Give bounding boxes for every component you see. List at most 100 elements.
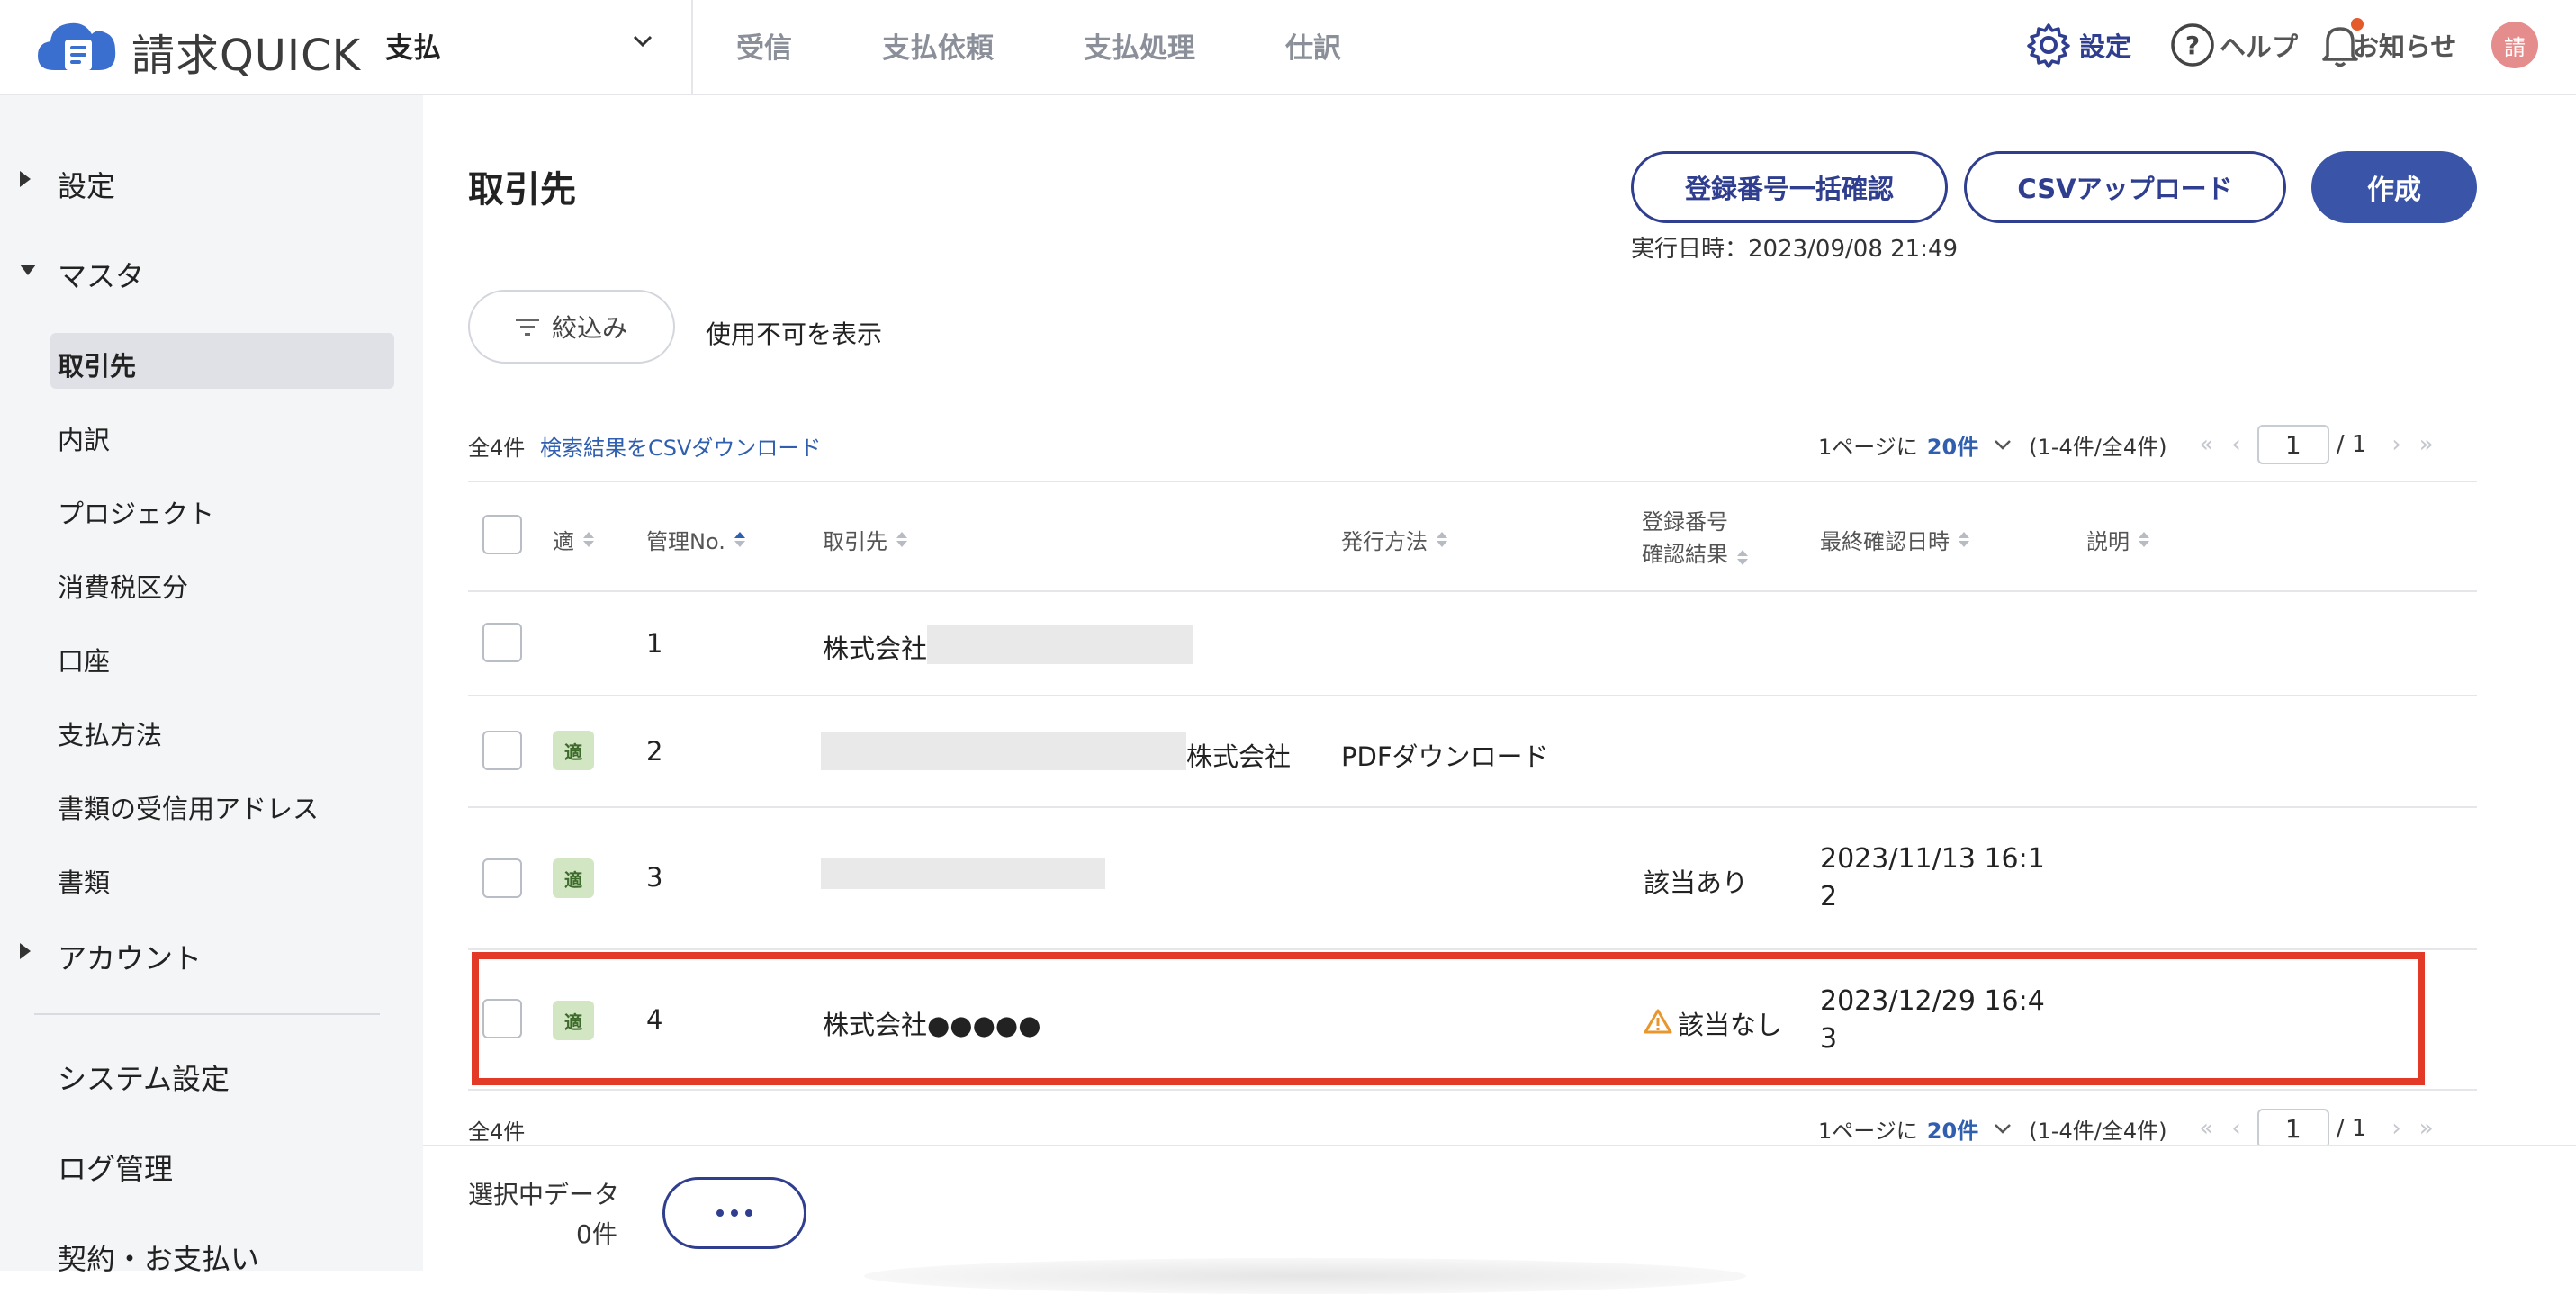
sort-asc-icon bbox=[734, 532, 745, 547]
sidebar-item-contract[interactable]: 契約・お支払い bbox=[58, 1236, 259, 1278]
sort-icon bbox=[1959, 532, 1969, 547]
app-logo-text[interactable]: 請求QUICK bbox=[131, 20, 361, 83]
header-help-label: ヘルプ bbox=[2220, 31, 2299, 62]
sidebar-item-log-management[interactable]: ログ管理 bbox=[58, 1146, 173, 1188]
caret-right-icon bbox=[20, 171, 31, 187]
total-count-bottom: 全4件 bbox=[468, 1119, 526, 1145]
last-page-icon[interactable]: » bbox=[2419, 1115, 2434, 1142]
nav-item-payment-request[interactable]: 支払依頼 bbox=[882, 25, 994, 66]
redacted-block bbox=[821, 858, 1105, 889]
nav-item-journal[interactable]: 仕訳 bbox=[1285, 25, 1341, 66]
header-settings-button[interactable]: 設定 bbox=[2025, 20, 2131, 70]
column-header-last-checked[interactable]: 最終確認日時 bbox=[1820, 524, 1969, 555]
create-button[interactable]: 作成 bbox=[2311, 151, 2477, 223]
column-header-method[interactable]: 発行方法 bbox=[1341, 524, 1447, 555]
column-header-partner[interactable]: 取引先 bbox=[823, 524, 907, 555]
page-number-input[interactable]: 1 bbox=[2256, 425, 2329, 464]
header-help-button[interactable]: ? ヘルプ bbox=[2169, 20, 2298, 70]
help-icon: ? bbox=[2171, 23, 2214, 67]
sidebar-item-breakdown[interactable]: 内訳 bbox=[58, 419, 110, 457]
app-header: 請求QUICK 支払 受信 支払依頼 支払処理 仕訳 設定 ? ヘルプ お知らせ… bbox=[0, 0, 2576, 95]
avatar[interactable]: 請 bbox=[2491, 22, 2538, 68]
page-total: / 1 bbox=[2336, 431, 2367, 458]
more-actions-button[interactable] bbox=[662, 1177, 806, 1249]
csv-upload-button[interactable]: CSVアップロード bbox=[1964, 151, 2286, 223]
row-issue-method: PDFダウンロード bbox=[1341, 741, 1549, 772]
column-header-reg-line1: 登録番号 bbox=[1642, 509, 1728, 535]
selected-data-label: 選択中データ bbox=[468, 1180, 620, 1209]
row-partner-name[interactable]: 株式会社 bbox=[1186, 736, 1291, 774]
sidebar-item-bank-account[interactable]: 口座 bbox=[58, 641, 110, 678]
column-header-method-label: 発行方法 bbox=[1341, 529, 1428, 554]
column-header-fit[interactable]: 適 bbox=[553, 524, 594, 555]
page-number-input[interactable]: 1 bbox=[2256, 1109, 2329, 1148]
sidebar-item-account[interactable]: アカウント bbox=[58, 936, 202, 977]
pagination-top: 1ページに 20件 (1-4件/全4件) « ‹ 1 / 1 › » bbox=[1818, 423, 2443, 466]
sort-icon bbox=[896, 532, 907, 547]
bulk-check-button[interactable]: 登録番号一括確認 bbox=[1631, 151, 1948, 223]
csv-download-link[interactable]: 検索結果をCSVダウンロード bbox=[540, 430, 821, 462]
first-page-icon[interactable]: « bbox=[2199, 1115, 2213, 1142]
row-no: 2 bbox=[646, 736, 663, 767]
sidebar-item-receive-address[interactable]: 書類の受信用アドレス bbox=[58, 788, 319, 826]
chevron-down-icon bbox=[633, 35, 653, 48]
show-disabled-toggle[interactable]: 使用不可を表示 bbox=[706, 315, 882, 351]
sort-icon bbox=[1437, 532, 1447, 547]
row-last-checked-line1: 2023/11/13 16:1 bbox=[1820, 843, 2045, 875]
chevron-down-icon[interactable] bbox=[1993, 1119, 2013, 1138]
column-header-description[interactable]: 説明 bbox=[2086, 524, 2149, 555]
next-page-icon[interactable]: › bbox=[2391, 431, 2400, 458]
sidebar-item-master[interactable]: マスタ bbox=[58, 254, 144, 295]
row-partner-name[interactable]: 株式会社 bbox=[823, 628, 927, 666]
nav-item-payment-process[interactable]: 支払処理 bbox=[1084, 25, 1195, 66]
row-no: 3 bbox=[646, 862, 663, 893]
first-page-icon[interactable]: « bbox=[2199, 431, 2213, 458]
row-checkbox[interactable] bbox=[482, 731, 522, 770]
row-checkbox[interactable] bbox=[482, 858, 522, 898]
redacted-block bbox=[821, 732, 1186, 770]
sidebar-item-tax-category[interactable]: 消費税区分 bbox=[58, 567, 188, 605]
highlight-box bbox=[472, 952, 2425, 1085]
sort-icon bbox=[583, 532, 594, 547]
filter-button-label: 絞込み bbox=[551, 313, 627, 343]
table-header-border bbox=[468, 590, 2477, 592]
filter-button[interactable]: 絞込み bbox=[468, 290, 675, 364]
last-page-icon[interactable]: » bbox=[2419, 431, 2434, 458]
sidebar-item-system-settings[interactable]: システム設定 bbox=[58, 1056, 230, 1098]
sidebar-item-payment-method[interactable]: 支払方法 bbox=[58, 714, 162, 752]
sidebar-item-settings[interactable]: 設定 bbox=[58, 164, 115, 205]
page-title: 取引先 bbox=[468, 169, 576, 211]
row-checkbox[interactable] bbox=[482, 623, 522, 662]
chevron-down-icon[interactable] bbox=[1993, 435, 2013, 454]
header-notifications-button[interactable]: お知らせ bbox=[2320, 20, 2456, 70]
logo-icon[interactable] bbox=[34, 16, 119, 77]
row-divider bbox=[468, 806, 2477, 808]
column-header-no[interactable]: 管理No. bbox=[646, 524, 745, 555]
prev-page-icon[interactable]: ‹ bbox=[2231, 431, 2240, 458]
page-range: (1-4件/全4件) bbox=[2029, 434, 2167, 460]
header-notifications-label: お知らせ bbox=[2353, 31, 2457, 62]
column-header-last-checked-label: 最終確認日時 bbox=[1820, 529, 1950, 554]
row-last-checked-line2: 2 bbox=[1820, 881, 1838, 912]
sidebar-item-documents[interactable]: 書類 bbox=[58, 862, 110, 900]
row-divider bbox=[468, 1089, 2477, 1091]
column-header-fit-label: 適 bbox=[553, 529, 574, 554]
nav-item-receive[interactable]: 受信 bbox=[736, 25, 792, 66]
sidebar-item-project[interactable]: プロジェクト bbox=[58, 493, 214, 531]
column-header-registration-result[interactable]: 登録番号 確認結果 bbox=[1642, 506, 1748, 571]
module-select[interactable]: 支払 bbox=[385, 20, 655, 70]
redacted-block bbox=[927, 625, 1193, 664]
header-settings-label: 設定 bbox=[2079, 31, 2132, 62]
page-total: / 1 bbox=[2336, 1115, 2367, 1142]
pagination-bottom: 1ページに 20件 (1-4件/全4件) « ‹ 1 / 1 › » bbox=[1818, 1107, 2443, 1150]
notification-dot bbox=[2351, 18, 2364, 31]
per-page-select[interactable]: 20件 bbox=[1927, 1113, 1978, 1145]
selected-data-count: 0件 bbox=[576, 1219, 617, 1249]
prev-page-icon[interactable]: ‹ bbox=[2231, 1115, 2240, 1142]
next-page-icon[interactable]: › bbox=[2391, 1115, 2400, 1142]
sidebar-item-partners[interactable]: 取引先 bbox=[58, 346, 136, 383]
select-all-checkbox[interactable] bbox=[482, 515, 522, 554]
caret-right-icon bbox=[20, 943, 31, 959]
row-last-checked: 2023/11/13 16:1 2 bbox=[1820, 840, 2045, 916]
per-page-select[interactable]: 20件 bbox=[1927, 429, 1978, 461]
